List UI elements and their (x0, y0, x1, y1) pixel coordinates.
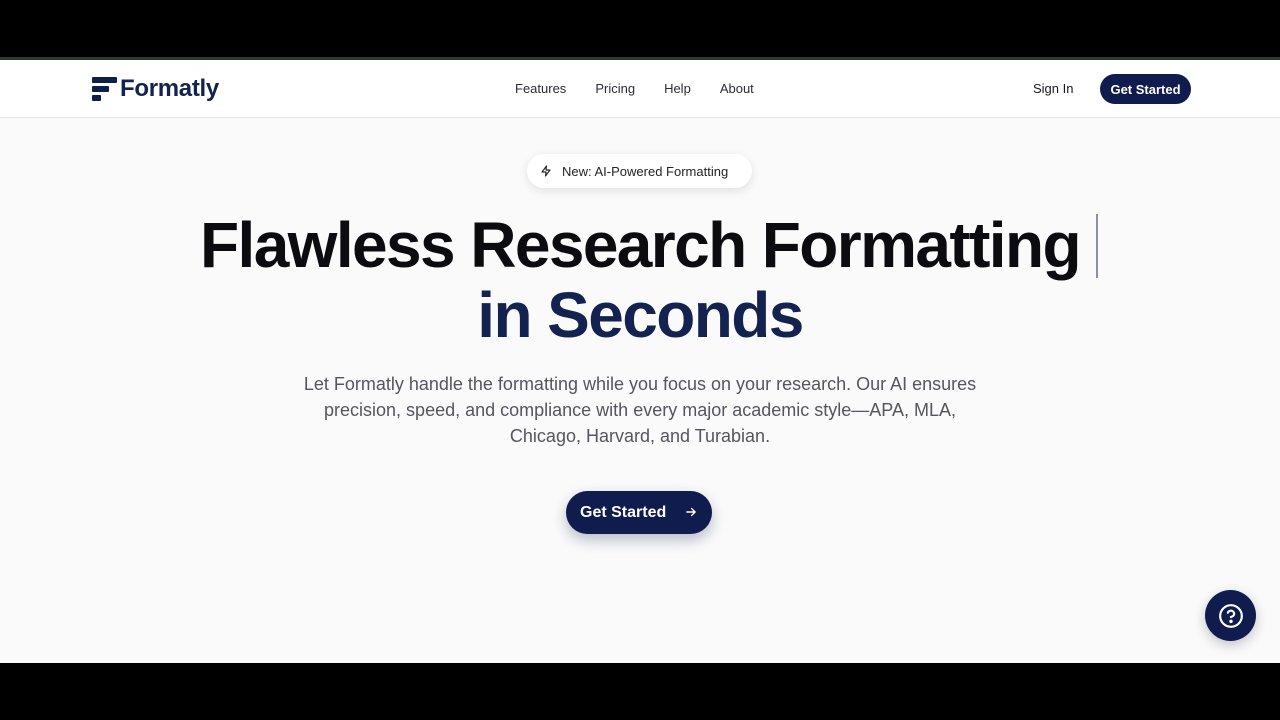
hero-subtitle: Let Formatly handle the formatting while… (303, 374, 977, 446)
arrow-right-icon (686, 507, 696, 517)
letterbox-top (0, 0, 1280, 57)
hero-cta-label: Get Started (580, 503, 667, 521)
nav-features[interactable]: Features (515, 80, 566, 98)
header-get-started-button[interactable]: Get Started (1100, 74, 1191, 104)
landing-page: Formatly Features Pricing Help About Sig… (0, 60, 1280, 663)
nav-about[interactable]: About (720, 80, 754, 98)
nav-pricing[interactable]: Pricing (595, 80, 635, 98)
zap-icon (540, 165, 552, 177)
badge-text: New: AI-Powered Formatting (562, 163, 729, 179)
hero-get-started-button[interactable]: Get Started (566, 491, 712, 534)
nav-help[interactable]: Help (664, 80, 691, 98)
help-circle-icon (1218, 603, 1243, 628)
text-cursor (1096, 214, 1098, 278)
hero-title-line1: Flawless Research Formatting (200, 209, 1082, 281)
main-nav: Features Pricing Help About (515, 80, 783, 98)
formatly-logo-icon (92, 76, 117, 102)
brand-logo[interactable]: Formatly (92, 75, 219, 103)
brand-name: Formatly (120, 75, 219, 102)
announcement-badge[interactable]: New: AI-Powered Formatting (527, 154, 752, 188)
hero-title-line2: in Seconds (477, 279, 804, 351)
letterbox-bottom (0, 663, 1280, 720)
help-button[interactable] (1205, 590, 1256, 641)
site-header: Formatly Features Pricing Help About Sig… (0, 60, 1280, 118)
sign-in-link[interactable]: Sign In (1033, 80, 1073, 98)
